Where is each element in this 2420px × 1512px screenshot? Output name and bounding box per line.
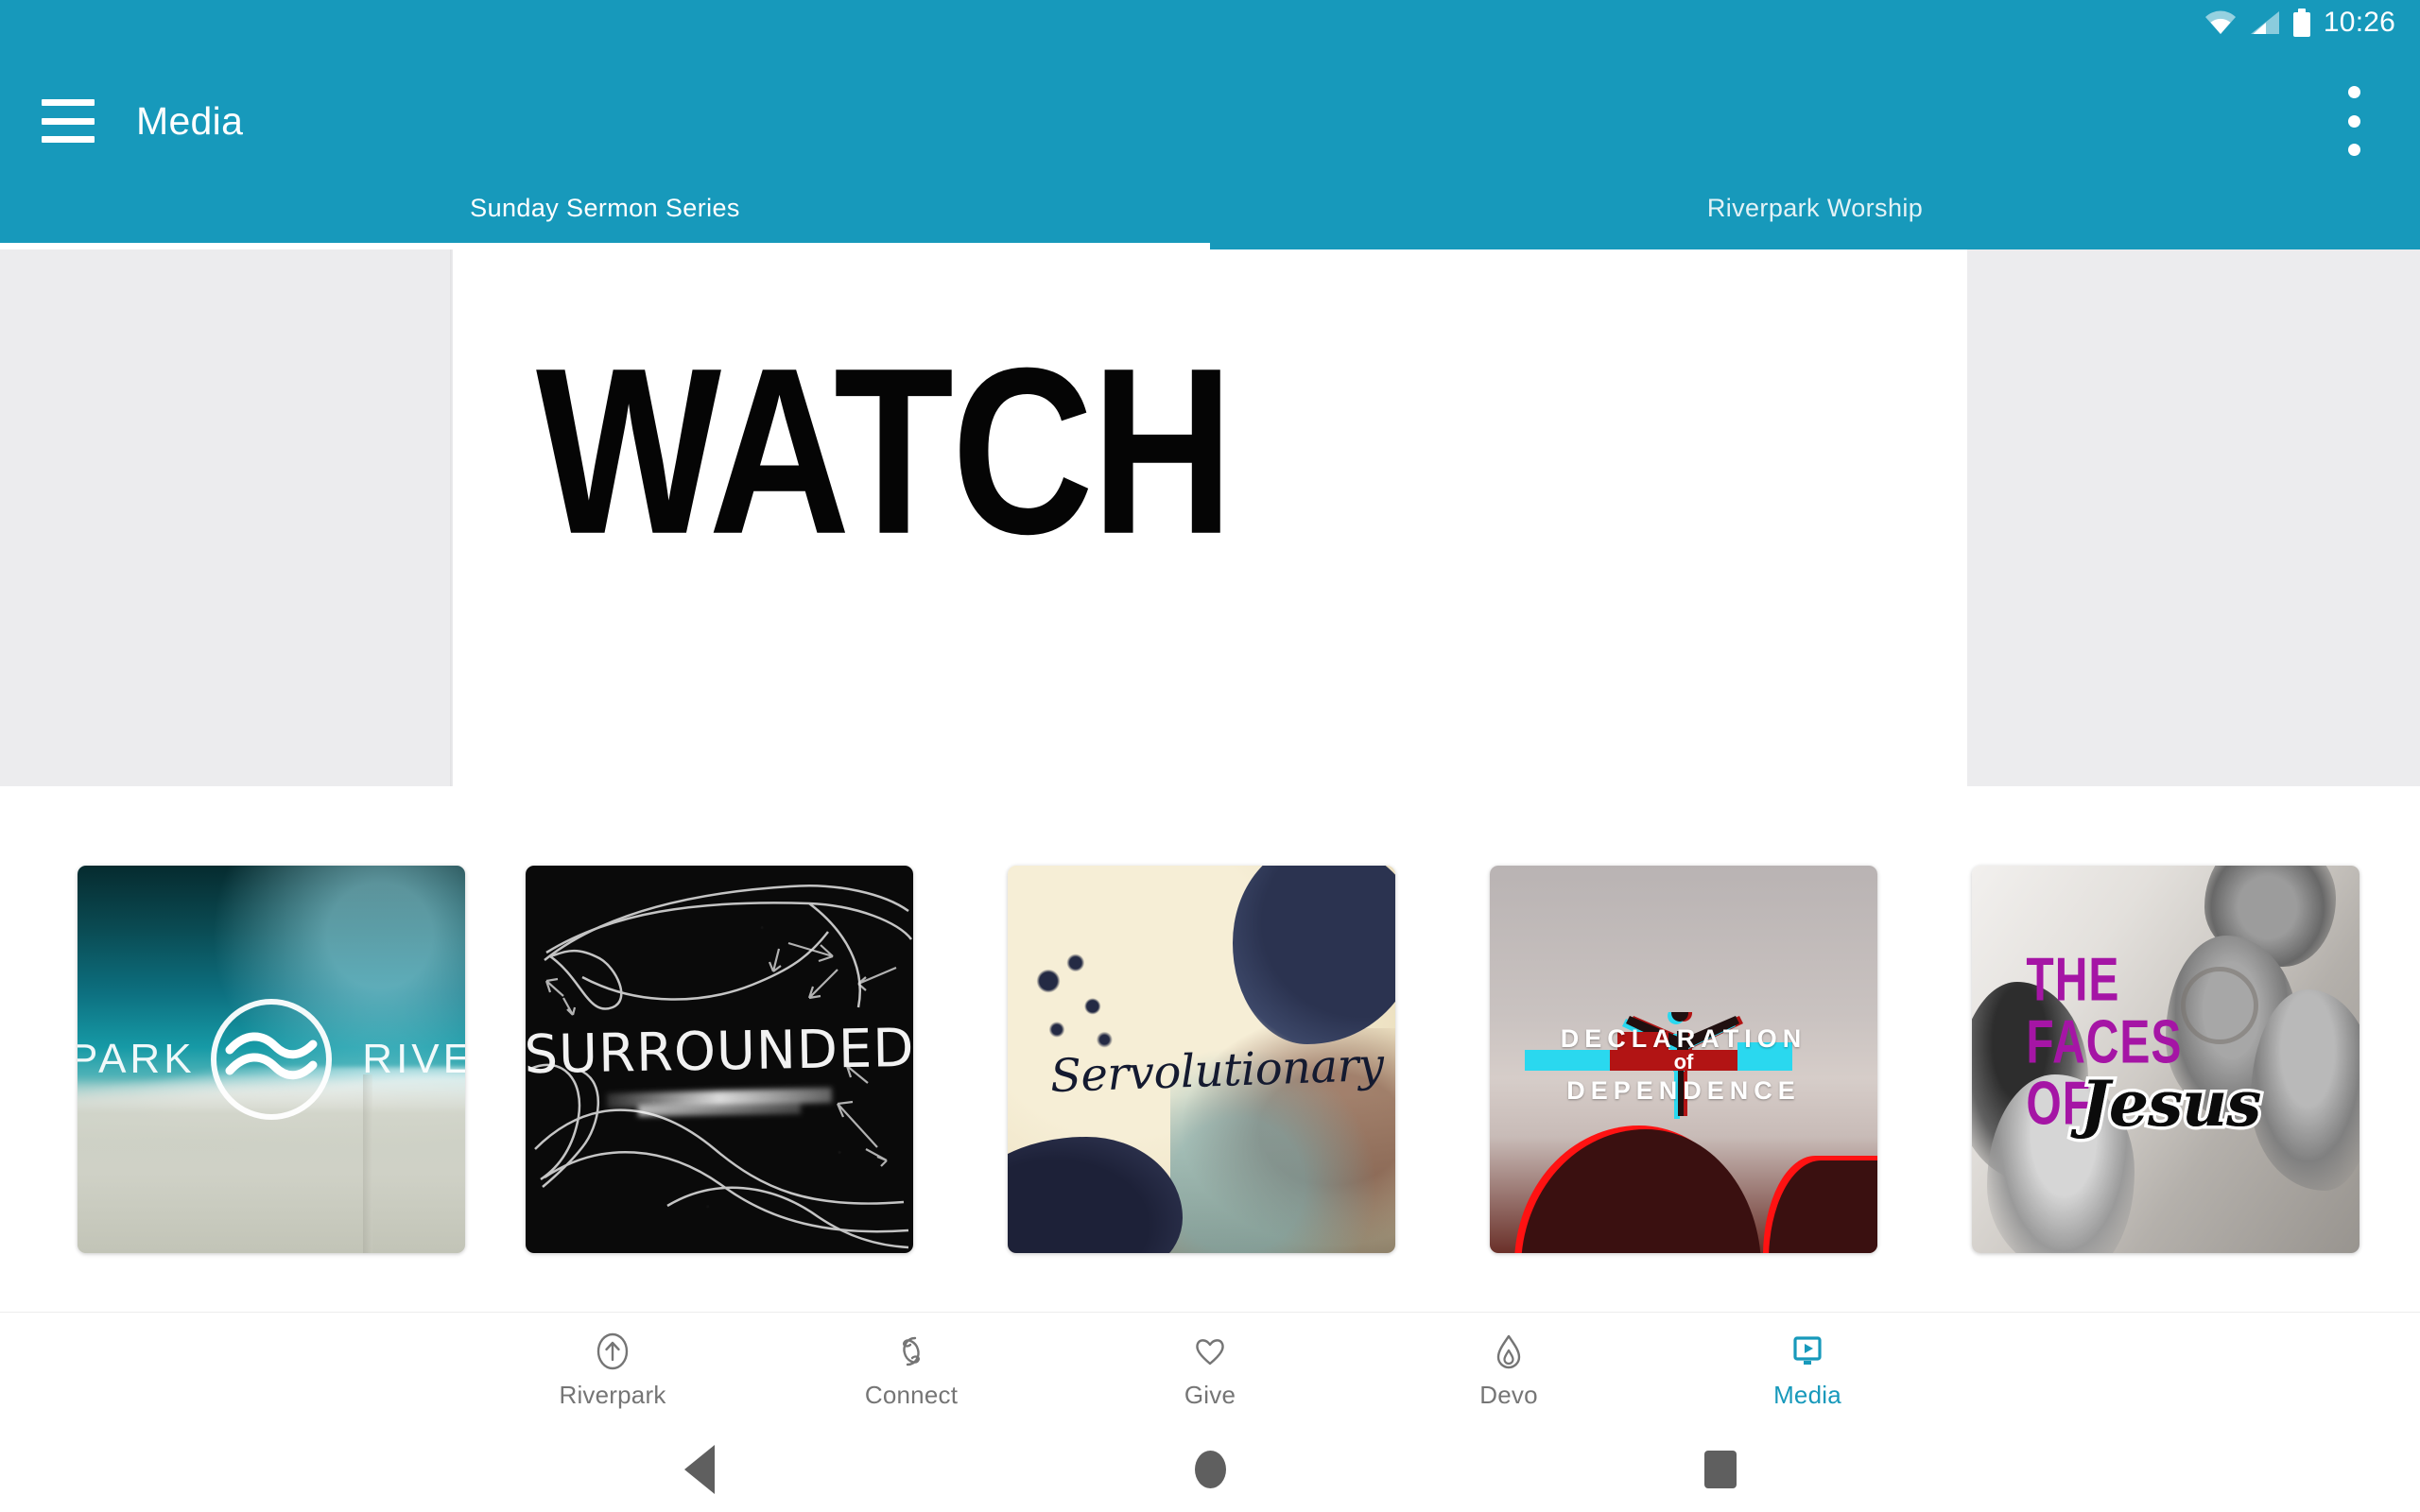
back-button[interactable] [444,1445,955,1494]
arrow-up-circle-icon [592,1331,633,1372]
thumbnail-declaration-of-dependence[interactable]: DECLARATION of DEPENDENCE [1490,866,1877,1253]
series-thumbnail-strip[interactable]: PARK RIVE SURROUNDED Servolutionary DECL… [0,786,2420,1312]
tab-label: Sunday Sermon Series [470,193,740,222]
thumbnail-title-line2: of [1673,1050,1694,1074]
thumbnail-surrounded[interactable]: SURROUNDED [526,866,913,1253]
tab-indicator [0,243,1210,249]
home-button[interactable] [955,1451,1465,1488]
monitor-play-icon [1787,1331,1828,1372]
status-bar-clock: 10:26 [2323,7,2395,38]
tab-riverpark-worship[interactable]: Riverpark Worship [1210,166,2420,249]
thumbnail-title-line4: Jesus [2080,1067,2262,1142]
hero-carousel[interactable]: WATCH [0,249,2420,786]
thumbnail-title-line2: FACES [2026,1008,2183,1077]
tab-label: Riverpark Worship [1706,193,1924,222]
heart-icon [1189,1331,1231,1372]
nav-item-media[interactable]: Media [1658,1331,1957,1410]
hero-title: WATCH [536,318,1234,584]
nav-item-give[interactable]: Give [1061,1331,1359,1410]
android-system-navigation-bar [0,1427,2420,1512]
tab-sunday-sermon-series[interactable]: Sunday Sermon Series [0,166,1210,249]
thumbnail-text-left: PARK [78,1036,196,1082]
flame-icon [1488,1331,1530,1372]
hero-card-watch[interactable]: WATCH [450,249,1967,786]
nav-label: Devo [1479,1380,1538,1409]
thumbnail-servolutionary[interactable]: Servolutionary [1008,866,1395,1253]
nav-item-connect[interactable]: Connect [762,1331,1061,1410]
battery-icon [2292,9,2310,37]
nav-label: Give [1184,1380,1236,1409]
tab-bar: Sunday Sermon Series Riverpark Worship [0,166,2420,249]
hamburger-menu-icon[interactable] [42,99,95,143]
recents-square-icon [1704,1451,1737,1488]
page-title: Media [136,98,244,143]
nav-label: Riverpark [559,1380,666,1409]
nav-item-devo[interactable]: Devo [1359,1331,1658,1410]
cell-signal-icon [2250,10,2280,35]
thumbnail-title-line1: THE [2026,947,2120,1015]
thumbnail-riverpark[interactable]: PARK RIVE [78,866,465,1253]
recents-button[interactable] [1465,1451,1976,1488]
thumbnail-title: Servolutionary [1049,1038,1385,1103]
nav-label: Media [1773,1380,1841,1409]
nav-label: Connect [864,1380,959,1409]
back-triangle-icon [684,1445,715,1494]
thumbnail-the-faces-of-jesus[interactable]: THE FACES OF Jesus Jesus [1972,866,2360,1253]
link-icon [890,1331,932,1372]
thumbnail-title: SURROUNDED [526,1017,913,1086]
status-bar: 10:26 [0,0,2420,45]
overflow-menu-icon[interactable] [2331,86,2377,156]
home-circle-icon [1194,1451,1226,1488]
thumbnail-text-right: RIVE [362,1036,465,1082]
bottom-navigation-bar: Riverpark Connect Give Devo Media [0,1312,2420,1427]
wave-icon [225,1032,318,1080]
wifi-icon [2204,10,2237,35]
thumbnail-title-line3: DEPENDENCE [1566,1076,1801,1106]
nav-item-riverpark[interactable]: Riverpark [463,1331,762,1410]
